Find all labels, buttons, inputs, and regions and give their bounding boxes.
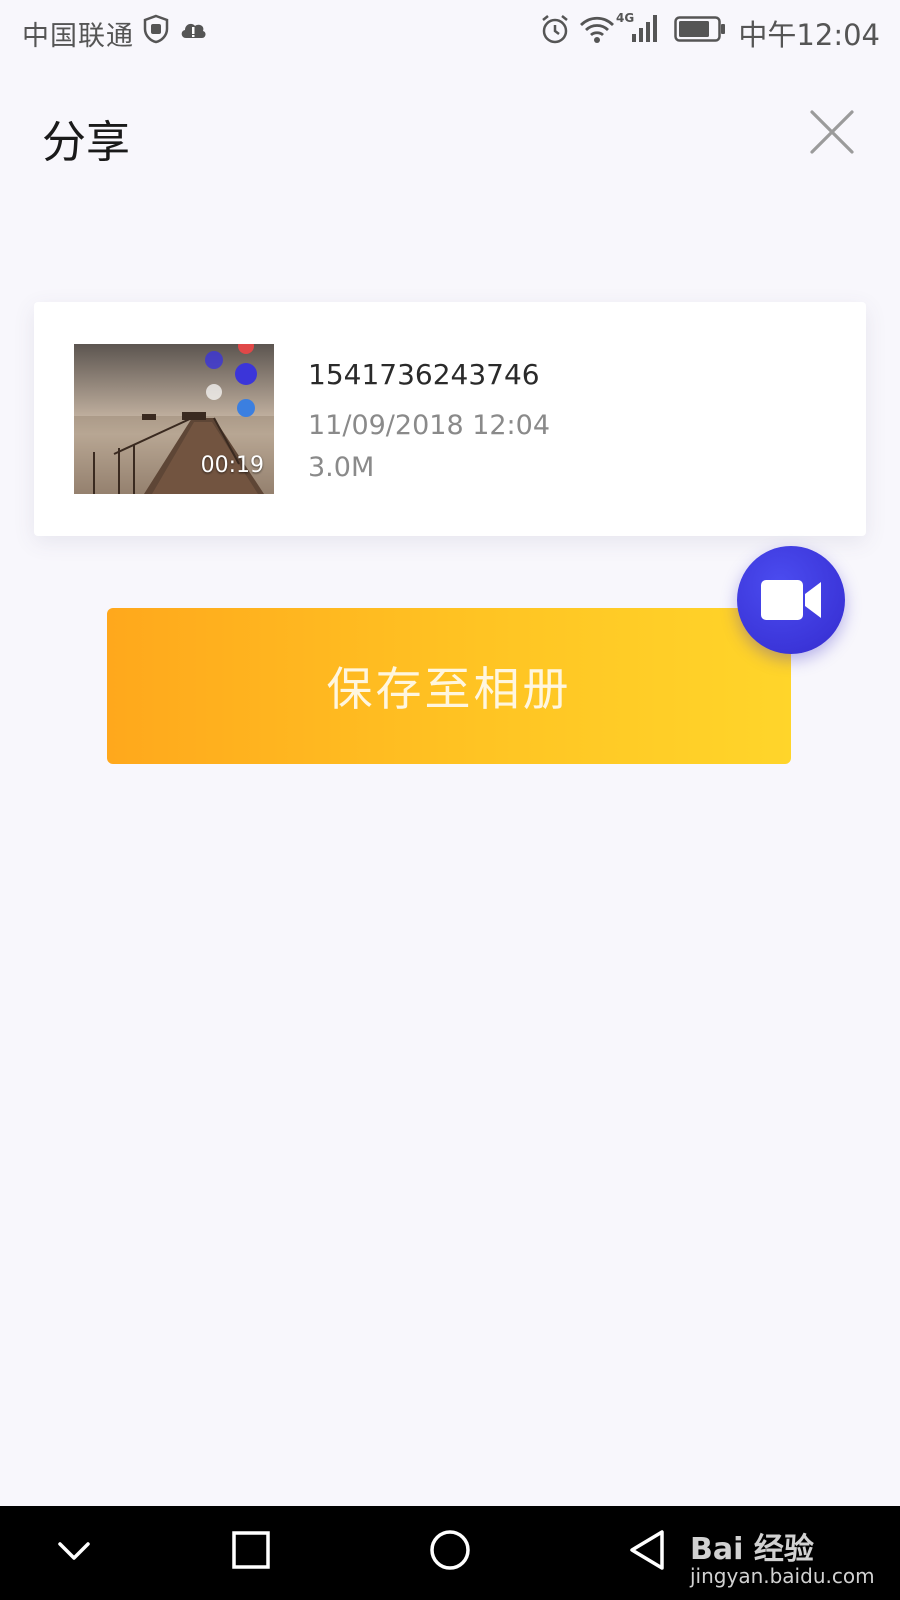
chevron-down-icon[interactable] — [56, 1536, 92, 1568]
record-button[interactable] — [737, 546, 845, 654]
svg-text:4G: 4G — [616, 11, 634, 25]
shield-icon — [142, 14, 170, 51]
wifi-icon — [578, 14, 616, 53]
save-to-album-button[interactable]: 保存至相册 — [107, 608, 791, 764]
file-date: 11/09/2018 12:04 — [308, 410, 551, 441]
alarm-icon — [540, 14, 570, 53]
carrier-name: 中国联通 — [22, 21, 134, 52]
file-size: 3.0M — [308, 452, 375, 483]
battery-icon — [674, 16, 726, 49]
share-screen: 中国联通 4G 中午12:04 分享 00:19 1541736243746 1… — [0, 0, 900, 1600]
watermark-domain: jingyan.baidu.com — [690, 1564, 875, 1588]
video-file-card[interactable]: 00:19 1541736243746 11/09/2018 12:04 3.0… — [34, 302, 866, 536]
file-name: 1541736243746 — [308, 358, 540, 391]
page-title: 分享 — [42, 117, 130, 168]
baidu-jingyan-watermark: Bai 经验 jingyan.baidu.com — [690, 1510, 890, 1596]
video-duration: 00:19 — [200, 453, 264, 478]
close-icon — [810, 110, 854, 154]
close-button[interactable] — [808, 108, 856, 156]
square-icon[interactable] — [231, 1530, 271, 1574]
triangle-back-icon[interactable] — [628, 1528, 668, 1576]
signal-icon: 4G — [616, 10, 664, 53]
video-thumbnail[interactable]: 00:19 — [74, 344, 274, 494]
cloud-icon — [178, 14, 208, 51]
watermark-brand: Bai 经验 — [690, 1532, 814, 1567]
status-bar: 中国联通 4G 中午12:04 — [0, 0, 900, 64]
clock: 中午12:04 — [738, 18, 880, 52]
video-camera-icon — [761, 580, 821, 620]
circle-icon[interactable] — [428, 1528, 472, 1576]
